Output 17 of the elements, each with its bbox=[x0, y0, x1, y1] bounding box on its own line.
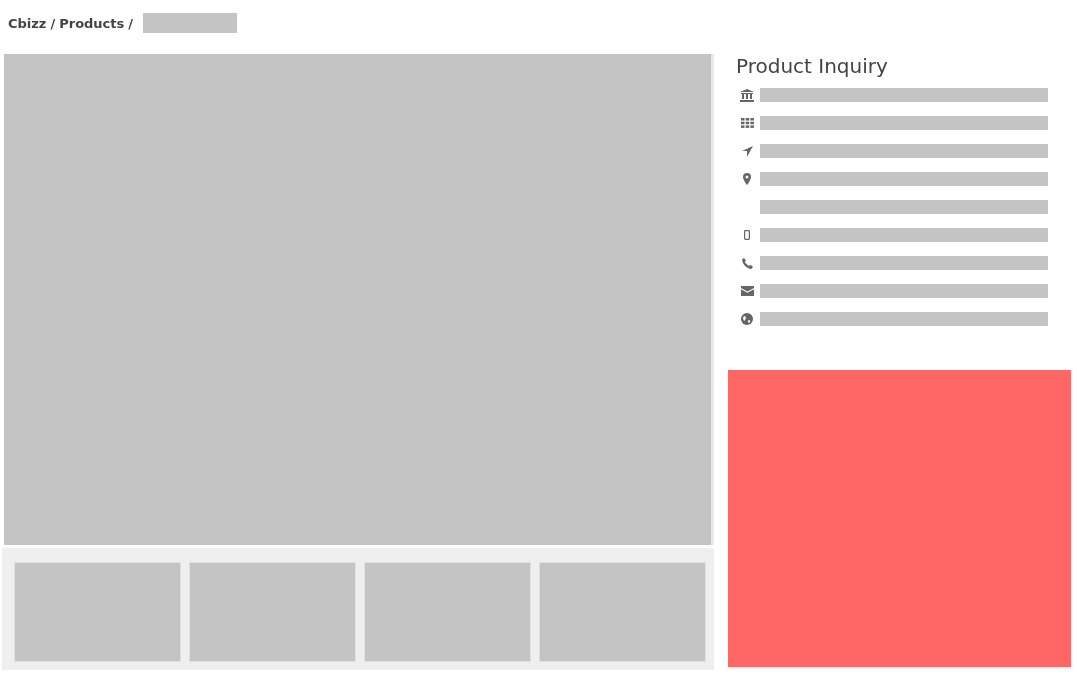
grid-icon bbox=[740, 118, 754, 128]
breadcrumb-link[interactable]: Products bbox=[59, 15, 125, 31]
thumbnail-placeholder[interactable] bbox=[14, 562, 181, 662]
thumbnail-placeholder[interactable] bbox=[189, 562, 356, 662]
globe-icon bbox=[741, 313, 753, 325]
phone-icon bbox=[741, 257, 753, 269]
breadcrumb-link[interactable]: Cbizz bbox=[8, 15, 47, 31]
breadcrumb-separator: / bbox=[128, 15, 134, 31]
map-pin-icon bbox=[743, 173, 751, 185]
envelope-icon bbox=[740, 286, 754, 296]
mobile-icon bbox=[744, 230, 750, 240]
breadcrumb-separator: / bbox=[50, 15, 56, 31]
arrow-icon bbox=[741, 145, 753, 157]
bank-icon bbox=[740, 88, 754, 102]
thumbnail-placeholder[interactable] bbox=[364, 562, 531, 662]
thumbnail-placeholder[interactable] bbox=[539, 562, 706, 662]
inquiry-title: Product Inquiry bbox=[736, 54, 889, 80]
